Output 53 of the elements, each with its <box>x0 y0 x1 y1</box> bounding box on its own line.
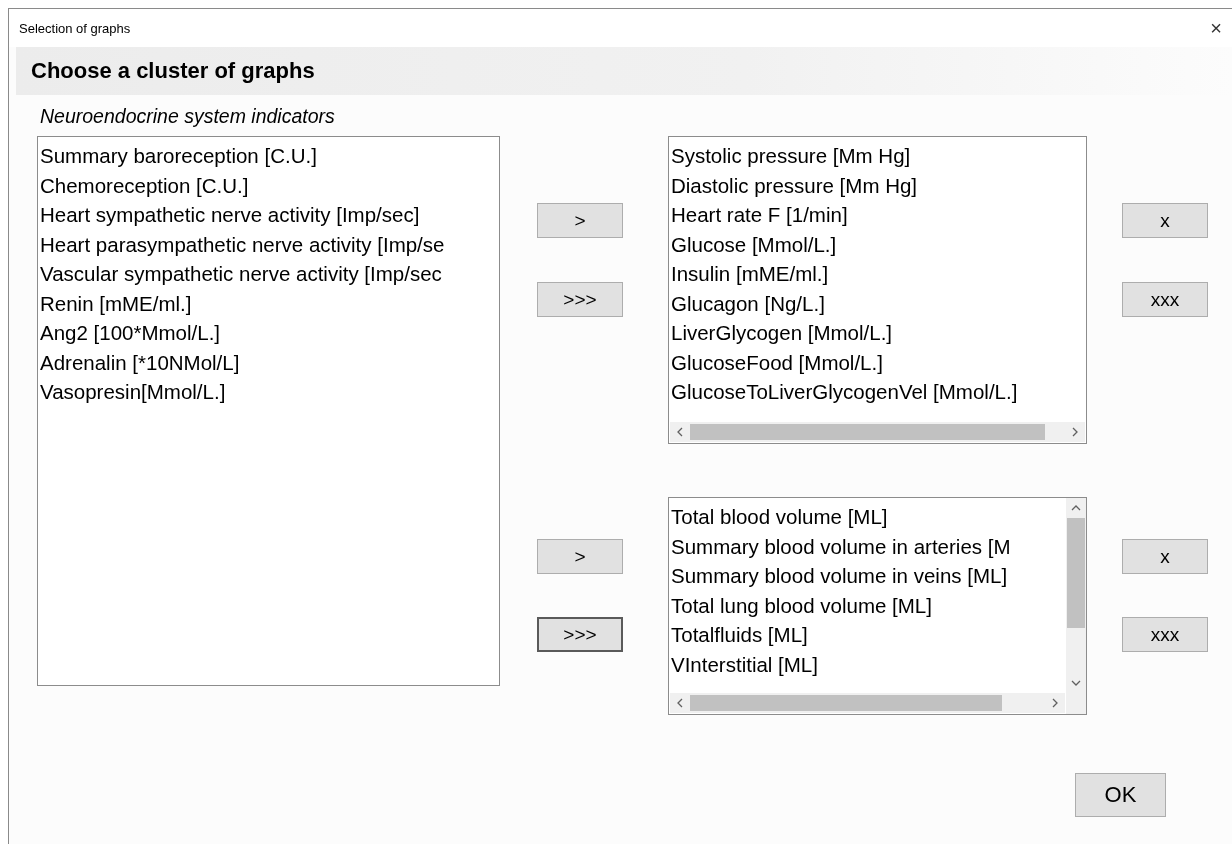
close-button[interactable]: × <box>1210 18 1222 38</box>
list-item[interactable]: Renin [mME/ml.] <box>40 288 499 318</box>
add-button[interactable]: >>> <box>537 617 623 652</box>
list-item[interactable]: Heart rate F [1/min] <box>671 200 1086 230</box>
list-item[interactable]: Totalfluids [ML] <box>671 620 1066 650</box>
add-button[interactable]: > <box>537 539 623 574</box>
list-item[interactable]: Glucagon [Ng/L.] <box>671 288 1086 318</box>
add-button[interactable]: > <box>537 203 623 238</box>
ok-button[interactable]: OK <box>1075 773 1166 817</box>
list-item[interactable]: Systolic pressure [Mm Hg] <box>671 141 1086 171</box>
list-box[interactable] <box>37 136 500 686</box>
list-item[interactable]: Diastolic pressure [Mm Hg] <box>671 170 1086 200</box>
remove-button[interactable]: xxx <box>1122 617 1208 652</box>
chevron-down-icon[interactable] <box>1070 679 1082 687</box>
scrollbar-thumb[interactable] <box>690 424 1045 440</box>
list-item[interactable]: Glucose [Mmol/L.] <box>671 229 1086 259</box>
vertical-scrollbar[interactable] <box>1066 498 1086 693</box>
horizontal-scrollbar[interactable] <box>670 693 1065 713</box>
scrollbar-thumb[interactable] <box>690 695 1002 711</box>
list-item[interactable]: GlucoseFood [Mmol/L.] <box>671 347 1086 377</box>
chevron-left-icon[interactable] <box>676 426 684 438</box>
list-item[interactable]: Summary baroreception [C.U.] <box>40 141 499 171</box>
list-item[interactable]: VInterstitial [ML] <box>671 649 1066 679</box>
remove-button[interactable]: x <box>1122 539 1208 574</box>
remove-button[interactable]: x <box>1122 203 1208 238</box>
window-title: Selection of graphs <box>19 20 131 36</box>
list-item[interactable]: Summary blood volume in veins [ML] <box>671 561 1066 591</box>
list-item[interactable]: Chemoreception [C.U.] <box>40 170 499 200</box>
chevron-right-icon[interactable] <box>1051 697 1059 709</box>
list-item[interactable]: Insulin [mME/ml.] <box>671 259 1086 289</box>
cluster-name: Neuroendocrine system indicators <box>40 105 336 128</box>
header-title: Choose a cluster of graphs <box>30 58 315 84</box>
list-item[interactable]: Vascular sympathetic nerve activity [Imp/sec <box>40 259 499 289</box>
list-item[interactable]: Heart parasympathetic nerve activity [Imp/se <box>40 229 499 259</box>
scrollbar-corner <box>1066 693 1086 714</box>
list-item[interactable]: Vasopresin[Mmol/L.] <box>40 377 499 407</box>
chevron-right-icon[interactable] <box>1071 426 1079 438</box>
chevron-up-icon[interactable] <box>1070 504 1082 512</box>
list-item[interactable]: Ang2 [100*Mmol/L.] <box>40 318 499 348</box>
list-item[interactable]: GlucoseToLiverGlycogenVel [Mmol/L.] <box>671 377 1086 407</box>
add-button[interactable]: >>> <box>537 282 623 317</box>
list-item[interactable]: Adrenalin [*10NMol/L] <box>40 347 499 377</box>
list-item[interactable]: Total lung blood volume [ML] <box>671 590 1066 620</box>
list-item[interactable]: LiverGlycogen [Mmol/L.] <box>671 318 1086 348</box>
scrollbar-thumb[interactable] <box>1067 518 1085 628</box>
list-box[interactable]: Total blood volume [ML] Summary blood volume in arteries [M Summary blood volume in veins [ML] Total lung blood volume [ML] Totalfluids [ML] VInterstitial [ML] <box>668 497 1087 715</box>
list-item[interactable]: Total blood volume [ML] <box>671 502 1066 532</box>
list-box[interactable] <box>668 136 1087 444</box>
list-item[interactable]: Summary blood volume in arteries [M <box>671 531 1066 561</box>
horizontal-scrollbar[interactable] <box>670 422 1085 442</box>
remove-button[interactable]: xxx <box>1122 282 1208 317</box>
list-item[interactable]: Heart sympathetic nerve activity [Imp/sec] <box>40 200 499 230</box>
chevron-left-icon[interactable] <box>676 697 684 709</box>
